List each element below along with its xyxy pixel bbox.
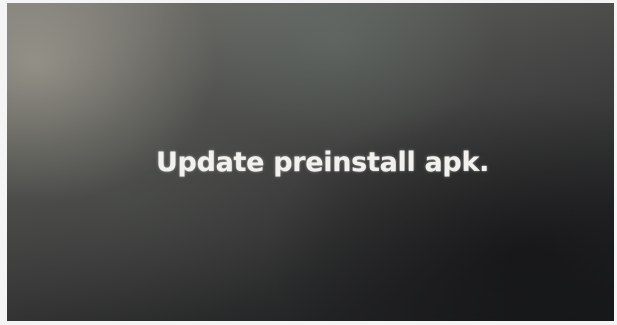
- update-status-message: Update preinstall apk.: [155, 147, 490, 178]
- tv-screen: Update preinstall apk.: [7, 3, 614, 321]
- photo-frame: Update preinstall apk.: [0, 0, 617, 325]
- status-message-container: Update preinstall apk.: [7, 147, 614, 178]
